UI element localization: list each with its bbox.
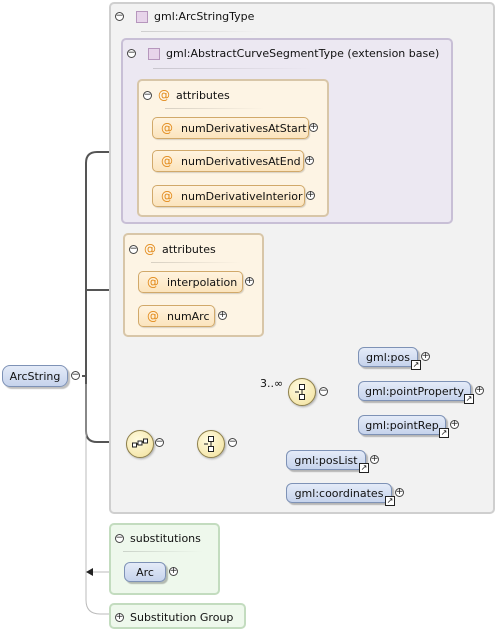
collapse-toggle[interactable]: − [127,49,136,58]
expand-icon[interactable]: + [450,420,459,429]
reference-link-icon: ↗ [359,463,369,473]
header-divider [153,68,313,69]
attribute-label: numArc [167,309,210,323]
collapse-toggle[interactable]: − [129,244,138,254]
attribute-icon: @ [161,189,173,203]
expand-icon[interactable]: + [169,567,178,576]
attribute-num-derivatives-at-end[interactable]: @ numDerivativesAtEnd [152,150,304,172]
header-divider [123,551,203,552]
expand-icon[interactable]: + [245,277,254,286]
substitutions-title: substitutions [130,532,201,545]
expand-icon[interactable]: + [218,311,227,320]
attribute-icon: @ [161,154,173,168]
element-label: gml:posList [294,453,358,467]
attribute-icon: @ [161,121,173,135]
attribute-interpolation[interactable]: @ interpolation [138,271,243,293]
complex-type-name: gml:ArcStringType [154,10,255,23]
collapse-toggle[interactable]: − [115,534,124,543]
repeating-choice-compositor[interactable] [288,378,316,406]
attribute-icon: @ [147,309,159,323]
reference-link-icon: ↗ [411,360,421,370]
attribute-num-arc[interactable]: @ numArc [138,305,215,327]
expand-icon[interactable]: + [309,123,318,132]
element-gml-pos-list[interactable]: gml:posList ↗ [286,450,369,473]
attribute-label: numDerivativesAtStart [181,121,307,135]
element-label: gml:pointRep [365,418,439,432]
header-divider [165,108,265,109]
attribute-icon: @ [147,275,159,289]
complex-type-icon [148,47,160,60]
reference-link-icon: ↗ [464,394,474,404]
base-type-name: gml:AbstractCurveSegmentType (extension … [166,47,440,60]
choice-compositor[interactable] [197,430,225,458]
attributes-title: attributes [176,88,230,102]
attribute-num-derivative-interior[interactable]: @ numDerivativeInterior [152,185,305,207]
choice-icon [204,436,214,452]
collapse-toggle[interactable]: − [71,371,80,380]
attribute-icon: @ [144,242,156,256]
cardinality-label: 3..∞ [260,377,284,390]
element-label: gml:pos [366,350,410,364]
element-label: gml:coordinates [294,486,384,500]
header-divider [151,262,241,263]
element-gml-pos[interactable]: gml:pos ↗ [358,347,421,370]
choice-icon [295,384,305,400]
collapse-toggle[interactable]: − [155,438,164,447]
attribute-icon: @ [158,88,170,102]
connector-to-subgroup [85,384,110,615]
arrow-head-icon [86,568,93,576]
complex-type-icon [136,10,148,23]
element-gml-coordinates[interactable]: gml:coordinates ↗ [286,483,395,506]
collapse-toggle[interactable]: − [115,12,124,21]
reference-link-icon: ↗ [385,496,395,506]
sequence-icon [132,438,148,448]
collapse-toggle[interactable]: − [143,90,152,100]
substitution-label: Arc [136,565,154,579]
attribute-label: numDerivativeInterior [181,189,303,203]
element-label: gml:pointProperty [364,384,465,398]
expand-icon[interactable]: + [421,352,430,361]
collapse-toggle[interactable]: − [319,387,328,396]
substitutions-panel: − substitutions [109,523,220,595]
collapse-toggle[interactable]: − [228,438,237,447]
expand-icon[interactable]: + [305,156,314,165]
element-gml-point-property[interactable]: gml:pointProperty ↗ [358,381,474,404]
expand-icon[interactable]: + [306,191,315,200]
sequence-compositor[interactable] [126,430,154,458]
expand-icon[interactable]: + [395,488,404,497]
header-divider [141,31,261,32]
root-element-arcstring[interactable]: ArcString [2,365,68,387]
expand-icon[interactable]: + [475,386,484,395]
expand-icon[interactable]: + [115,613,124,622]
expand-icon[interactable]: + [370,455,379,464]
reference-link-icon: ↗ [439,428,449,438]
attribute-num-derivatives-at-start[interactable]: @ numDerivativesAtStart [152,117,309,139]
substitution-arc[interactable]: Arc [124,562,166,582]
substitution-group-label: Substitution Group [130,611,234,624]
root-element-label: ArcString [9,369,61,383]
attributes-title: attributes [162,242,216,256]
attribute-label: numDerivativesAtEnd [181,154,301,168]
substitution-group-panel[interactable]: + Substitution Group [109,603,246,629]
attribute-label: interpolation [167,275,238,289]
element-gml-point-rep[interactable]: gml:pointRep ↗ [358,415,449,438]
